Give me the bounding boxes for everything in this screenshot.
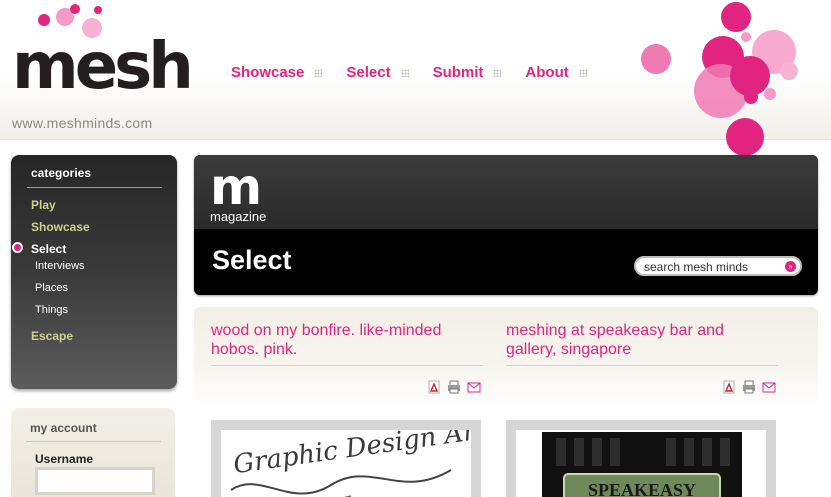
speakeasy-sign-text: SPEAKEASY [588, 480, 696, 497]
site-url: www.meshminds.com [12, 115, 153, 131]
search-placeholder: search mesh minds [644, 260, 749, 274]
nav-showcase[interactable]: Showcase [231, 64, 304, 81]
article-tools [722, 380, 776, 394]
email-icon[interactable] [762, 380, 776, 394]
active-bullet-icon [12, 242, 23, 253]
thumbnail-image: Graphic Design Art [221, 430, 471, 497]
username-field[interactable] [35, 467, 155, 495]
print-icon[interactable] [447, 380, 461, 394]
divider [27, 187, 162, 188]
bubble [741, 32, 751, 42]
nav-select[interactable]: Select [346, 64, 390, 81]
pdf-icon[interactable] [427, 380, 441, 394]
account-panel: my account Username [11, 408, 175, 497]
search-input[interactable]: search mesh minds » [634, 256, 802, 276]
magazine-header-top [194, 155, 818, 229]
category-showcase[interactable]: Showcase [31, 220, 90, 234]
magazine-logo-label: magazine [210, 209, 267, 224]
divider [211, 365, 483, 366]
article-thumbnail[interactable]: SPEAKEASY [506, 420, 776, 497]
article-tools [427, 380, 481, 394]
nav-about[interactable]: About [525, 64, 568, 81]
categories-title: categories [31, 166, 92, 180]
divider [26, 441, 161, 442]
username-label: Username [35, 452, 94, 466]
article-title[interactable]: meshing at speakeasy bar and gallery, si… [506, 321, 778, 359]
category-select[interactable]: Select [31, 242, 66, 256]
account-title: my account [30, 421, 97, 435]
handwriting-illustration: Graphic Design Art [230, 430, 471, 497]
article-list: wood on my bonfire. like-minded hobos. p… [194, 307, 818, 497]
subcategory-interviews[interactable]: Interviews [35, 260, 85, 272]
subcategory-things[interactable]: Things [35, 304, 68, 316]
category-escape[interactable]: Escape [31, 329, 73, 343]
print-icon[interactable] [742, 380, 756, 394]
thumbnail-image: SPEAKEASY [516, 430, 766, 497]
nav-separator [400, 68, 409, 77]
article-title[interactable]: wood on my bonfire. like-minded hobos. p… [211, 321, 483, 359]
logo-dot [70, 4, 80, 14]
subcategory-places[interactable]: Places [35, 282, 68, 294]
nav-submit[interactable]: Submit [433, 64, 484, 81]
page-title: Select [212, 245, 292, 275]
bubble [641, 44, 671, 74]
categories-panel: categories Play Showcase Select Intervie… [11, 155, 177, 389]
speakeasy-sign-illustration: SPEAKEASY [542, 432, 742, 497]
nav-separator [578, 68, 587, 77]
nav-separator [493, 68, 502, 77]
bubble [721, 2, 751, 32]
bubble [744, 90, 758, 104]
bubble [780, 62, 798, 80]
article-thumbnail[interactable]: Graphic Design Art [211, 420, 481, 497]
logo-wordmark: mesh [12, 30, 194, 104]
logo-dot [38, 14, 50, 26]
magazine-header: m magazine Select search mesh minds » [194, 155, 818, 295]
email-icon[interactable] [467, 380, 481, 394]
handwriting-text: Graphic Design Art [232, 430, 471, 480]
nav-separator [314, 68, 323, 77]
bubble [726, 118, 764, 156]
search-icon[interactable]: » [785, 261, 796, 272]
logo-dot [94, 6, 102, 14]
bubble [764, 88, 776, 100]
magazine-logo-icon: m [210, 158, 262, 216]
site-header: mesh www.meshminds.com Showcase Select S… [0, 0, 831, 156]
main-nav: Showcase Select Submit About [231, 64, 611, 81]
mesh-logo[interactable]: mesh [8, 4, 194, 126]
category-play[interactable]: Play [31, 198, 56, 212]
pdf-icon[interactable] [722, 380, 736, 394]
divider [506, 365, 778, 366]
